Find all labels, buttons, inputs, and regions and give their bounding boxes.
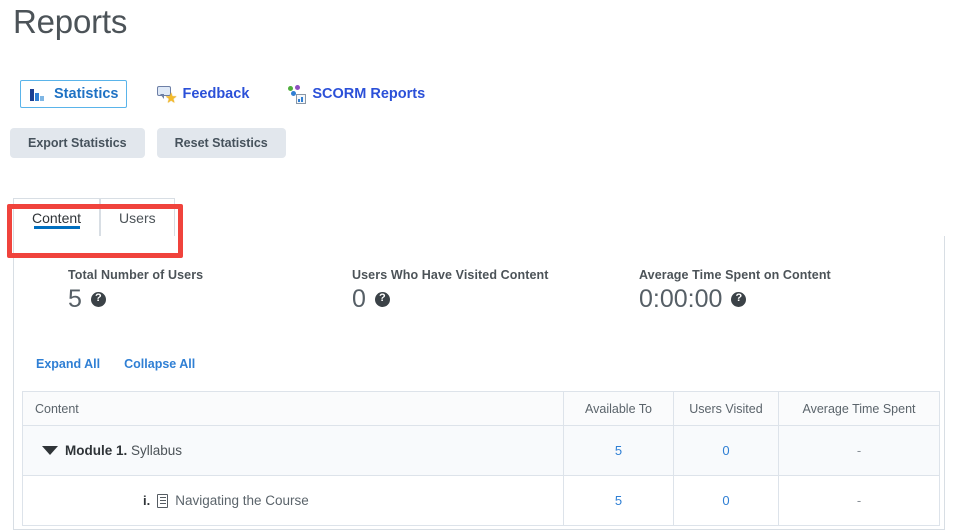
- column-header-average-time-spent[interactable]: Average Time Spent: [778, 391, 940, 426]
- module-title: Module 1. Syllabus: [65, 443, 182, 458]
- item-content-cell: i. Navigating the Course: [22, 475, 564, 526]
- table-header-row: Content Available To Users Visited Avera…: [22, 391, 940, 426]
- users-visited-link[interactable]: 0: [722, 493, 729, 508]
- help-icon[interactable]: ?: [731, 291, 747, 307]
- tool-navigation: Statistics ★ Feedback SCORM Reports: [20, 80, 433, 108]
- stat-users-who-have-visited-content: Users Who Have Visited Content 0 ?: [352, 268, 549, 314]
- column-header-content[interactable]: Content: [22, 391, 564, 426]
- tab-strip: Content Users: [13, 198, 175, 236]
- export-statistics-button[interactable]: Export Statistics: [10, 128, 145, 158]
- tool-nav-scorm-reports[interactable]: SCORM Reports: [279, 81, 433, 107]
- action-button-row: Export Statistics Reset Statistics: [10, 128, 286, 158]
- item-average-time-spent-cell: -: [778, 475, 940, 526]
- table-row: Module 1. Syllabus 5 0 -: [22, 425, 940, 476]
- stat-label: Users Who Have Visited Content: [352, 268, 549, 282]
- item-numeral: i.: [143, 493, 151, 508]
- tab-users-label: Users: [119, 209, 156, 226]
- tab-content[interactable]: Content: [13, 198, 101, 236]
- module-name: Syllabus: [131, 443, 183, 458]
- stat-value: 0:00:00: [639, 285, 723, 313]
- summary-statistics: Total Number of Users 5 ? Users Who Have…: [0, 264, 932, 324]
- help-icon[interactable]: ?: [374, 291, 390, 307]
- item-available-to-cell: 5: [563, 475, 674, 526]
- available-to-link[interactable]: 5: [615, 493, 622, 508]
- stat-value: 5: [68, 285, 82, 313]
- tool-nav-statistics-label: Statistics: [54, 86, 119, 102]
- column-header-available-to[interactable]: Available To: [563, 391, 674, 426]
- stat-label: Total Number of Users: [68, 268, 204, 282]
- help-icon[interactable]: ?: [90, 291, 106, 307]
- tool-nav-feedback[interactable]: ★ Feedback: [149, 81, 257, 107]
- item-title[interactable]: Navigating the Course: [175, 493, 309, 508]
- stat-average-time-spent-on-content: Average Time Spent on Content 0:00:00 ?: [639, 268, 831, 314]
- tree-controls: Expand All Collapse All: [36, 357, 195, 371]
- bar-chart-icon: [29, 85, 47, 103]
- reports-page: Reports Statistics ★ Feedback SCORM Repo…: [0, 0, 953, 530]
- stat-value: 0: [352, 285, 366, 313]
- module-average-time-spent-cell: -: [778, 425, 940, 476]
- module-content-cell: Module 1. Syllabus: [22, 425, 564, 476]
- tab-users[interactable]: Users: [100, 198, 175, 236]
- tab-active-underline: [33, 226, 80, 229]
- expand-all-link[interactable]: Expand All: [36, 357, 100, 371]
- feedback-icon: ★: [157, 85, 176, 104]
- scorm-icon: [287, 85, 307, 104]
- tool-nav-scorm-label: SCORM Reports: [312, 86, 426, 102]
- users-visited-link[interactable]: 0: [722, 443, 729, 458]
- table-row: i. Navigating the Course 5 0 -: [22, 475, 940, 526]
- content-statistics-table: Content Available To Users Visited Avera…: [22, 391, 940, 526]
- content-statistics-table-wrapper: Content Available To Users Visited Avera…: [22, 391, 940, 526]
- tool-nav-statistics[interactable]: Statistics: [20, 80, 128, 108]
- reset-statistics-button[interactable]: Reset Statistics: [156, 128, 286, 158]
- collapse-caret-icon[interactable]: [35, 446, 65, 455]
- document-icon: [157, 493, 169, 508]
- tool-nav-feedback-label: Feedback: [182, 86, 250, 102]
- column-header-users-visited[interactable]: Users Visited: [673, 391, 779, 426]
- module-users-visited-cell: 0: [673, 425, 779, 476]
- module-prefix: Module 1.: [65, 443, 128, 458]
- item-users-visited-cell: 0: [673, 475, 779, 526]
- average-time-spent-value: -: [856, 443, 862, 458]
- tab-content-label: Content: [32, 209, 82, 226]
- module-available-to-cell: 5: [563, 425, 674, 476]
- collapse-all-link[interactable]: Collapse All: [124, 357, 195, 371]
- available-to-link[interactable]: 5: [615, 443, 622, 458]
- page-title: Reports: [13, 3, 128, 40]
- average-time-spent-value: -: [856, 493, 862, 508]
- stat-label: Average Time Spent on Content: [639, 268, 831, 282]
- stat-total-number-of-users: Total Number of Users 5 ?: [68, 268, 203, 314]
